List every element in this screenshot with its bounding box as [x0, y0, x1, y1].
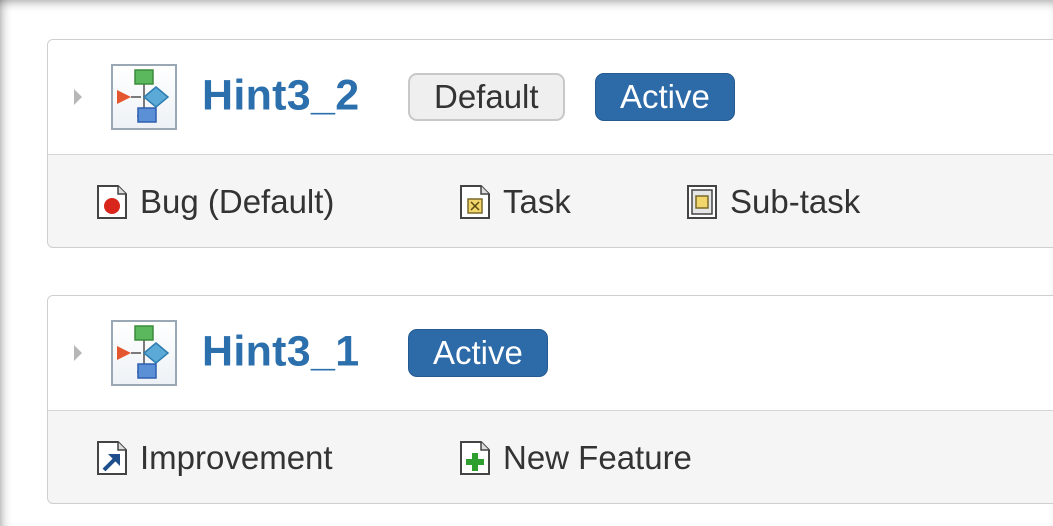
issue-type-list: Bug (Default) Task Sub-task	[48, 155, 1053, 247]
scheme-name-link[interactable]: Hint3_2	[202, 72, 359, 121]
window-frame: Hint3_2 Default Active Bug (Default) Tas…	[0, 0, 1053, 526]
scheme-header: Hint3_1 Active	[48, 296, 1053, 411]
task-icon	[459, 184, 491, 220]
workflow-scheme-icon	[111, 64, 177, 130]
issue-type-label: New Feature	[503, 439, 692, 476]
issue-type-improvement: Improvement	[96, 439, 333, 477]
expand-arrow-icon[interactable]	[74, 89, 82, 105]
issue-type-label: Improvement	[140, 439, 333, 476]
issue-type-label: Bug (Default)	[140, 183, 335, 220]
issue-type-task: Task	[459, 183, 571, 221]
scheme-name-link[interactable]: Hint3_1	[202, 328, 359, 377]
issue-type-new-feature: New Feature	[459, 439, 692, 477]
bug-icon	[96, 184, 128, 220]
scheme-card-hint3-1: Hint3_1 Active Improvement New Feature	[47, 295, 1053, 504]
expand-arrow-icon[interactable]	[74, 345, 82, 361]
scheme-card-hint3-2: Hint3_2 Default Active Bug (Default) Tas…	[47, 39, 1053, 248]
scheme-header: Hint3_2 Default Active	[48, 40, 1053, 155]
active-badge: Active	[408, 329, 548, 377]
subtask-icon	[686, 184, 718, 220]
workflow-scheme-icon	[111, 320, 177, 386]
new-feature-icon	[459, 440, 491, 476]
issue-type-label: Sub-task	[730, 183, 861, 220]
issue-type-list: Improvement New Feature	[48, 411, 1053, 503]
issue-type-label: Task	[503, 183, 571, 220]
improvement-icon	[96, 440, 128, 476]
issue-type-bug: Bug (Default)	[96, 183, 334, 221]
issue-type-subtask: Sub-task	[686, 183, 860, 221]
active-badge: Active	[595, 73, 735, 121]
default-badge: Default	[408, 73, 565, 121]
